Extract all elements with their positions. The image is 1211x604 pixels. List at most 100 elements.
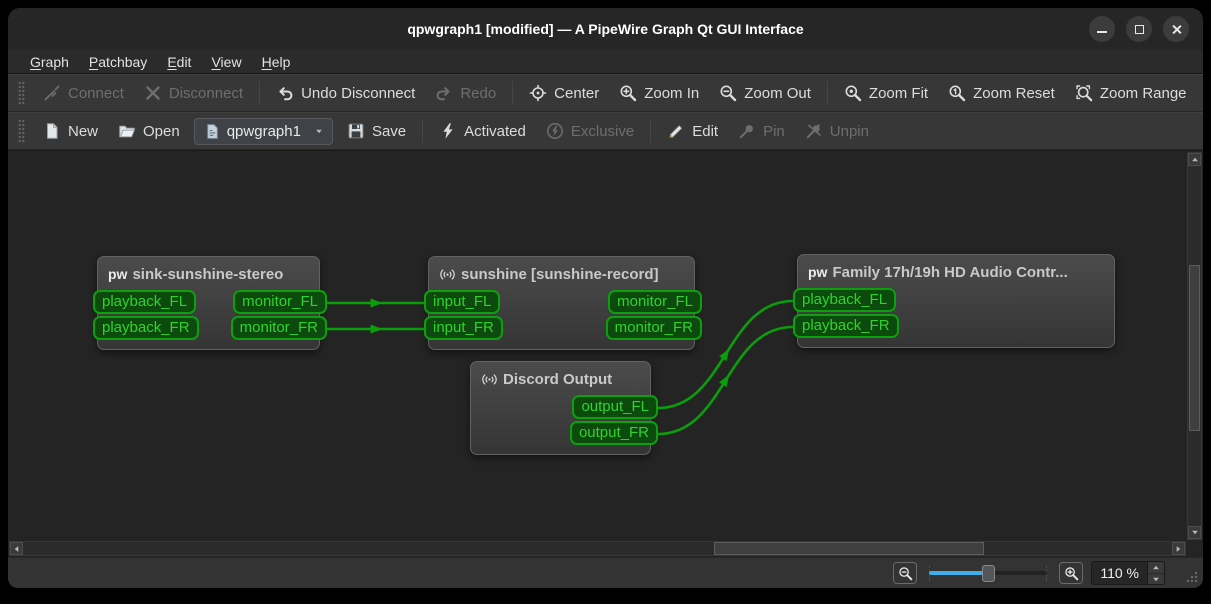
zoom-fit-button[interactable]: Zoom Fit [834,80,938,106]
minimize-icon [1097,31,1107,33]
zoom-reset-button[interactable]: Zoom Reset [938,80,1065,106]
stream-icon [481,371,498,388]
zoom-spinbox[interactable]: 110 % [1091,561,1165,585]
unpin-button[interactable]: Unpin [795,118,879,144]
scroll-right-button[interactable] [1172,542,1185,555]
undo-icon [276,84,294,102]
toolbar-button-label: Zoom In [644,84,700,102]
close-button[interactable] [1163,16,1189,42]
zoom-spin-up-button[interactable] [1148,562,1164,573]
port-monitor_FR[interactable]: monitor_FR [230,316,327,340]
redo-button[interactable]: Redo [425,80,506,106]
menubar: Graph Patchbay Edit View Help [8,50,1203,74]
zoom-value: 110 % [1100,565,1139,581]
horizontal-scrollbar-thumb[interactable] [714,542,984,555]
menu-graph[interactable]: Graph [22,52,77,72]
maximize-button[interactable] [1126,16,1152,42]
toolbar-main: Connect Disconnect Undo Disconnect Redo Cent… [8,74,1203,112]
menu-patchbay[interactable]: Patchbay [81,52,155,72]
toolbar-button-label: Zoom Reset [973,84,1055,102]
toolbar-button-label: Open [143,122,180,140]
graph-canvas[interactable]: pw sink-sunshine-stereo playback_FL monitor… [8,150,1203,557]
arrow-up-icon [1153,565,1159,570]
node-sink-sunshine-stereo[interactable]: pw sink-sunshine-stereo playback_FL monitor… [93,256,327,350]
pin-button[interactable]: Pin [728,118,795,144]
edit-button[interactable]: Edit [657,118,728,144]
toolbar-button-label: Zoom Out [744,84,811,102]
arrow-left-icon [14,545,19,552]
toolbar-button-label: Disconnect [168,84,244,102]
toolbar-drag-handle[interactable] [18,119,25,143]
arrow-down-icon [1191,530,1198,535]
edit-icon [667,122,685,140]
scroll-left-button[interactable] [10,542,23,555]
toolbar-separator [512,81,514,105]
node-sunshine[interactable]: sunshine [sunshine-record] input_FL monito… [424,256,702,350]
resize-grip[interactable] [1184,570,1198,584]
zoom-out-button[interactable]: Zoom Out [709,80,821,106]
zoom-slider-handle[interactable] [982,565,996,582]
window-controls [1089,16,1189,42]
node-discord-output[interactable]: Discord Output output_FL output_FR [470,361,658,455]
zoom-in-button[interactable]: Zoom In [609,80,709,106]
scroll-down-button[interactable] [1188,526,1201,539]
undo-disconnect-button[interactable]: Undo Disconnect [266,80,425,106]
toolbar-separator [826,81,828,105]
unpin-icon [805,122,823,140]
node-title: sunshine [sunshine-record] [461,265,659,283]
patchbay-select-value: qpwgraph1 [226,122,301,140]
toolbar-button-label: Edit [692,122,719,140]
toolbar-button-label: Undo Disconnect [301,84,416,102]
vertical-scrollbar-track[interactable] [1188,167,1201,525]
titlebar[interactable]: qpwgraph1 [modified] — A PipeWire Graph … [8,8,1203,50]
toolbar-separator [259,81,261,105]
node-title: Discord Output [503,370,613,388]
menu-view[interactable]: View [203,52,249,72]
stream-icon [439,266,456,283]
connect-icon [43,84,61,102]
port-playback_FR[interactable]: playback_FR [93,316,199,340]
arrow-down-icon [1153,577,1159,581]
node-family-hd-audio[interactable]: pw Family 17h/19h HD Audio Contr... playba… [793,254,1115,348]
new-button[interactable]: New [33,118,108,144]
minimize-button[interactable] [1089,16,1115,42]
zoom-spin-down-button[interactable] [1148,573,1164,584]
zoom-range-button[interactable]: Zoom Range [1065,80,1197,106]
horizontal-scrollbar[interactable] [9,541,1186,556]
zoom-slider[interactable] [929,563,1048,583]
port-input_FR[interactable]: input_FR [424,316,503,340]
port-monitor_FL[interactable]: monitor_FL [608,290,702,314]
patchbay-select[interactable]: qpwgraph1 [193,117,333,145]
exclusive-button[interactable]: Exclusive [536,118,644,144]
port-monitor_FR[interactable]: monitor_FR [605,316,702,340]
pipewire-icon: pw [108,266,128,282]
zoom-in-button[interactable] [1059,562,1084,584]
vertical-scrollbar[interactable] [1187,152,1202,540]
port-monitor_FL[interactable]: monitor_FL [233,290,327,314]
menu-edit[interactable]: Edit [159,52,199,72]
center-button[interactable]: Center [519,80,609,106]
save-button[interactable]: Save [337,118,416,144]
open-button[interactable]: Open [108,118,190,144]
activated-button[interactable]: Activated [429,118,536,144]
activated-icon [439,122,457,140]
zoom-fit-icon [844,84,862,102]
vertical-scrollbar-thumb[interactable] [1189,265,1200,431]
horizontal-scrollbar-track[interactable] [23,542,1172,555]
pin-icon [738,122,756,140]
port-playback_FL[interactable]: playback_FL [793,288,897,312]
port-output_FL[interactable]: output_FL [572,395,658,419]
port-playback_FR[interactable]: playback_FR [793,314,899,338]
menu-help[interactable]: Help [254,52,299,72]
scroll-up-button[interactable] [1188,153,1201,166]
zoom-out-button[interactable] [893,562,918,584]
toolbar-button-label: Unpin [829,122,869,140]
toolbar-drag-handle[interactable] [18,81,25,105]
port-playback_FL[interactable]: playback_FL [93,290,197,314]
port-input_FL[interactable]: input_FL [424,290,501,314]
port-output_FR[interactable]: output_FR [569,421,658,445]
toolbar-button-label: Zoom Fit [868,84,929,102]
disconnect-button[interactable]: Disconnect [134,80,253,106]
zoom-reset-icon [948,84,966,102]
connect-button[interactable]: Connect [33,80,134,106]
